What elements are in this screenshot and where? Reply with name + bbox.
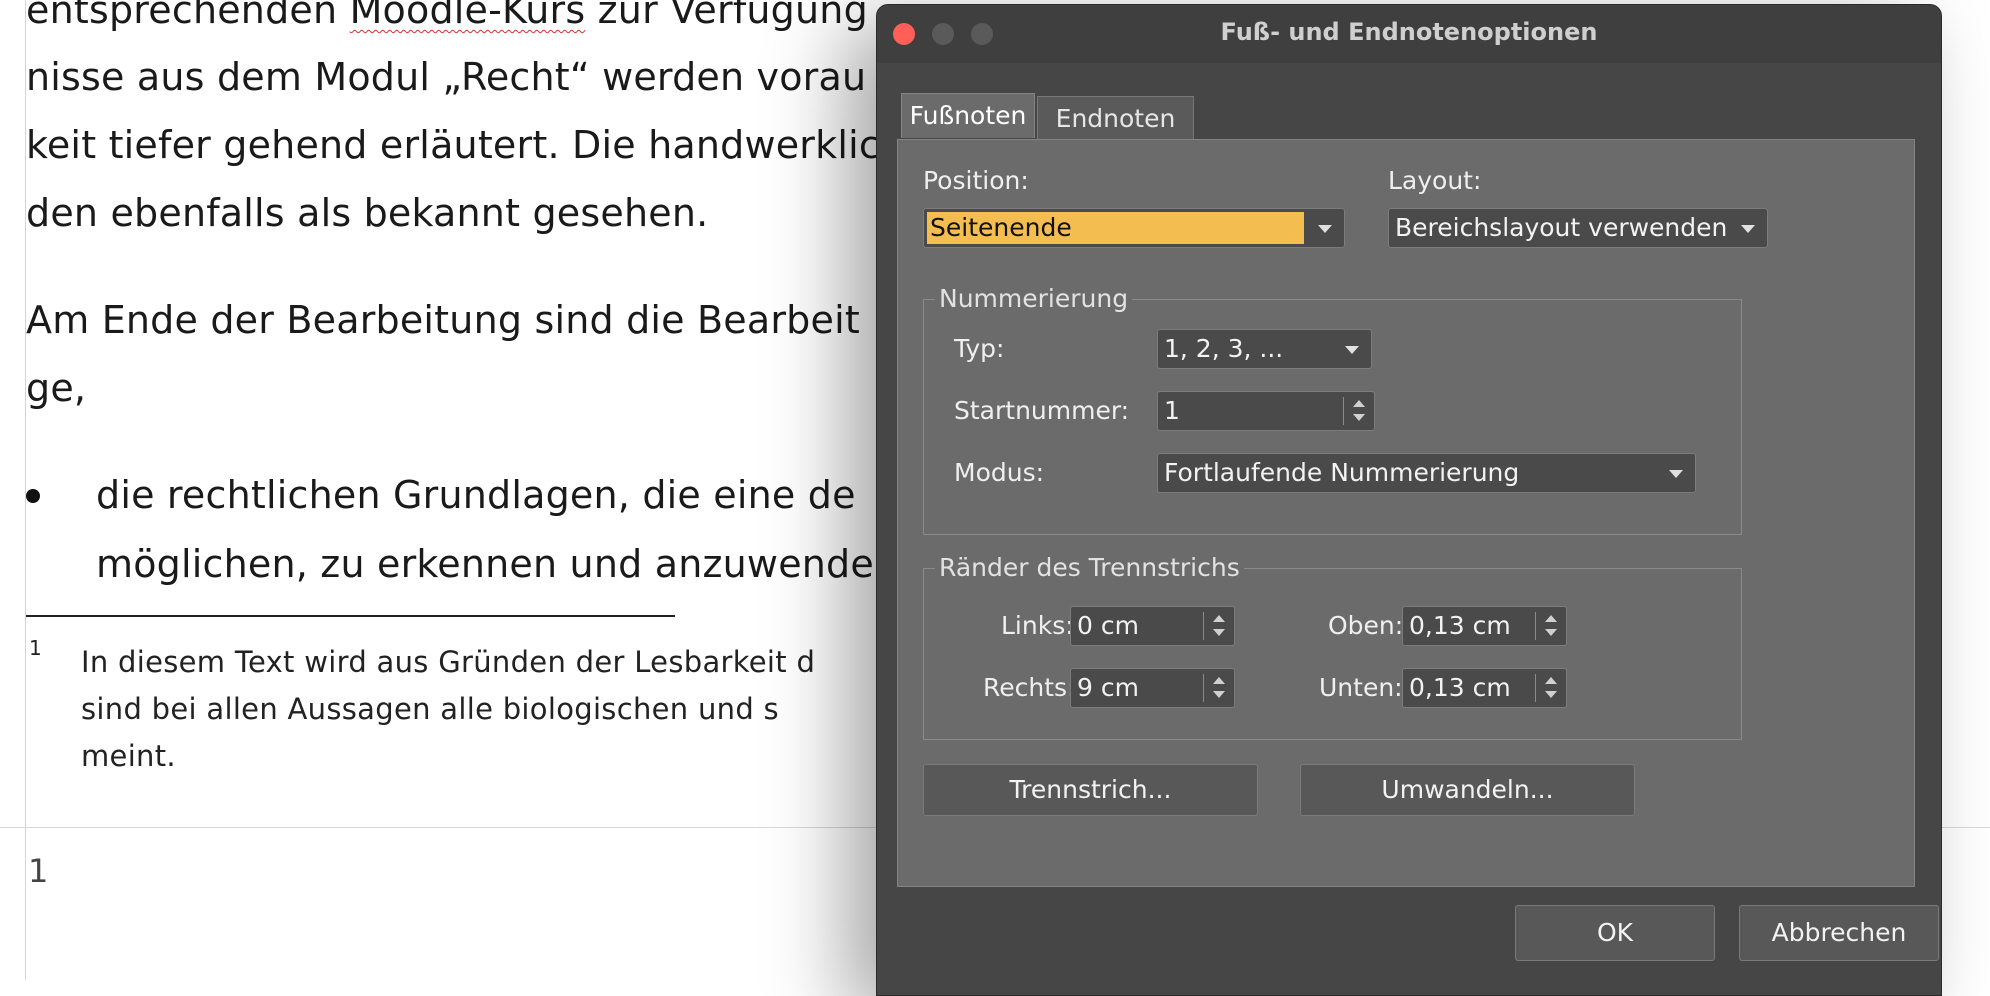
- margin-right-stepper[interactable]: 9 cm: [1070, 668, 1235, 708]
- stepper-up-icon[interactable]: [1213, 677, 1225, 684]
- tab-panel: Position: Seitenende Layout: Bereichslay…: [897, 139, 1915, 887]
- stepper-divider: [1535, 612, 1536, 640]
- numbering-type-value: 1, 2, 3, ...: [1164, 334, 1284, 363]
- position-label: Position:: [923, 166, 1029, 195]
- layout-select-value: Bereichslayout verwenden: [1395, 213, 1728, 242]
- stepper-up-icon[interactable]: [1545, 677, 1557, 684]
- footnote-number: 1: [29, 636, 42, 660]
- footnote-line-3: meint.: [81, 739, 176, 773]
- chevron-down-icon: [1318, 225, 1332, 233]
- page-number: 1: [28, 852, 49, 890]
- numbering-group-title: Nummerierung: [935, 284, 1133, 313]
- margin-right-label: Rechts:: [983, 673, 1076, 702]
- tab-endnotes[interactable]: Endnoten: [1037, 96, 1194, 141]
- stepper-divider: [1203, 612, 1204, 640]
- margin-top-stepper[interactable]: 0,13 cm: [1402, 606, 1567, 646]
- body-text-line-5: Am Ende der Bearbeitung sind die Bearbei…: [26, 298, 860, 342]
- stepper-divider: [1535, 674, 1536, 702]
- margin-bottom-stepper[interactable]: 0,13 cm: [1402, 668, 1567, 708]
- position-select[interactable]: Seitenende: [923, 208, 1345, 248]
- stepper-down-icon[interactable]: [1213, 691, 1225, 698]
- start-number-label: Startnummer:: [954, 396, 1130, 425]
- bullet-text-line-1: die rechtlichen Grundlagen, die eine de: [96, 473, 856, 517]
- margin-top-label: Oben:: [1328, 611, 1404, 640]
- footnote-separator: [26, 615, 675, 617]
- chevron-down-icon: [1345, 346, 1359, 354]
- numbering-type-select[interactable]: 1, 2, 3, ...: [1157, 329, 1372, 369]
- start-number-stepper[interactable]: 1: [1157, 391, 1375, 431]
- cancel-button[interactable]: Abbrechen: [1739, 905, 1939, 961]
- separator-margins-group-title: Ränder des Trennstrichs: [935, 553, 1244, 582]
- body-text-line-2: nisse aus dem Modul „Recht“ werden vorau: [26, 55, 867, 99]
- numbering-mode-select[interactable]: Fortlaufende Nummerierung: [1157, 453, 1696, 493]
- stepper-down-icon[interactable]: [1545, 691, 1557, 698]
- body-text-line-6: ge,: [26, 366, 87, 410]
- margin-bottom-value: 0,13 cm: [1409, 673, 1511, 702]
- separator-button[interactable]: Trennstrich...: [923, 764, 1258, 816]
- body-text-line-4: den ebenfalls als bekannt gesehen.: [26, 191, 709, 235]
- dialog-title: Fuß- und Endnotenoptionen: [1220, 18, 1598, 46]
- margin-bottom-label: Unten:: [1319, 673, 1403, 702]
- layout-select[interactable]: Bereichslayout verwenden: [1388, 208, 1768, 248]
- dialog-titlebar[interactable]: Fuß- und Endnotenoptionen: [877, 5, 1941, 63]
- footnote-options-dialog: Fuß- und Endnotenoptionen Fußnoten Endno…: [876, 4, 1942, 996]
- numbering-mode-value: Fortlaufende Nummerierung: [1164, 458, 1520, 487]
- body-text-line-1: entsprechenden Moodle-Kurs zur Verfügung: [26, 0, 868, 34]
- stepper-up-icon[interactable]: [1545, 615, 1557, 622]
- bullet-icon: [26, 489, 40, 503]
- stepper-up-icon[interactable]: [1353, 400, 1365, 407]
- stepper-down-icon[interactable]: [1213, 629, 1225, 636]
- convert-button[interactable]: Umwandeln...: [1300, 764, 1635, 816]
- position-select-value: Seitenende: [930, 213, 1072, 242]
- start-number-value: 1: [1164, 396, 1180, 425]
- footnote-line-2: sind bei allen Aussagen alle biologische…: [81, 692, 779, 726]
- mode-label: Modus:: [954, 458, 1045, 487]
- misspelled-word: Moodle-Kurs: [349, 0, 586, 32]
- margin-top-value: 0,13 cm: [1409, 611, 1511, 640]
- margin-left-label: Links:: [1001, 611, 1074, 640]
- separator-margins-group: [923, 568, 1742, 740]
- margin-right-value: 9 cm: [1077, 673, 1139, 702]
- stepper-down-icon[interactable]: [1545, 629, 1557, 636]
- margin-left-stepper[interactable]: 0 cm: [1070, 606, 1235, 646]
- body-text-line-3: keit tiefer gehend erläutert. Die handwe…: [26, 123, 880, 167]
- margin-left-value: 0 cm: [1077, 611, 1139, 640]
- stepper-divider: [1343, 397, 1344, 425]
- tab-footnotes[interactable]: Fußnoten: [901, 93, 1035, 138]
- stepper-up-icon[interactable]: [1213, 615, 1225, 622]
- stepper-down-icon[interactable]: [1353, 414, 1365, 421]
- footnote-line-1: In diesem Text wird aus Gründen der Lesb…: [81, 645, 816, 679]
- bullet-text-line-2: möglichen, zu erkennen und anzuwende: [96, 542, 874, 586]
- layout-label: Layout:: [1388, 166, 1482, 195]
- ok-button[interactable]: OK: [1515, 905, 1715, 961]
- chevron-down-icon: [1669, 470, 1683, 478]
- chevron-down-icon: [1741, 225, 1755, 233]
- type-label: Typ:: [954, 334, 1005, 363]
- stepper-divider: [1203, 674, 1204, 702]
